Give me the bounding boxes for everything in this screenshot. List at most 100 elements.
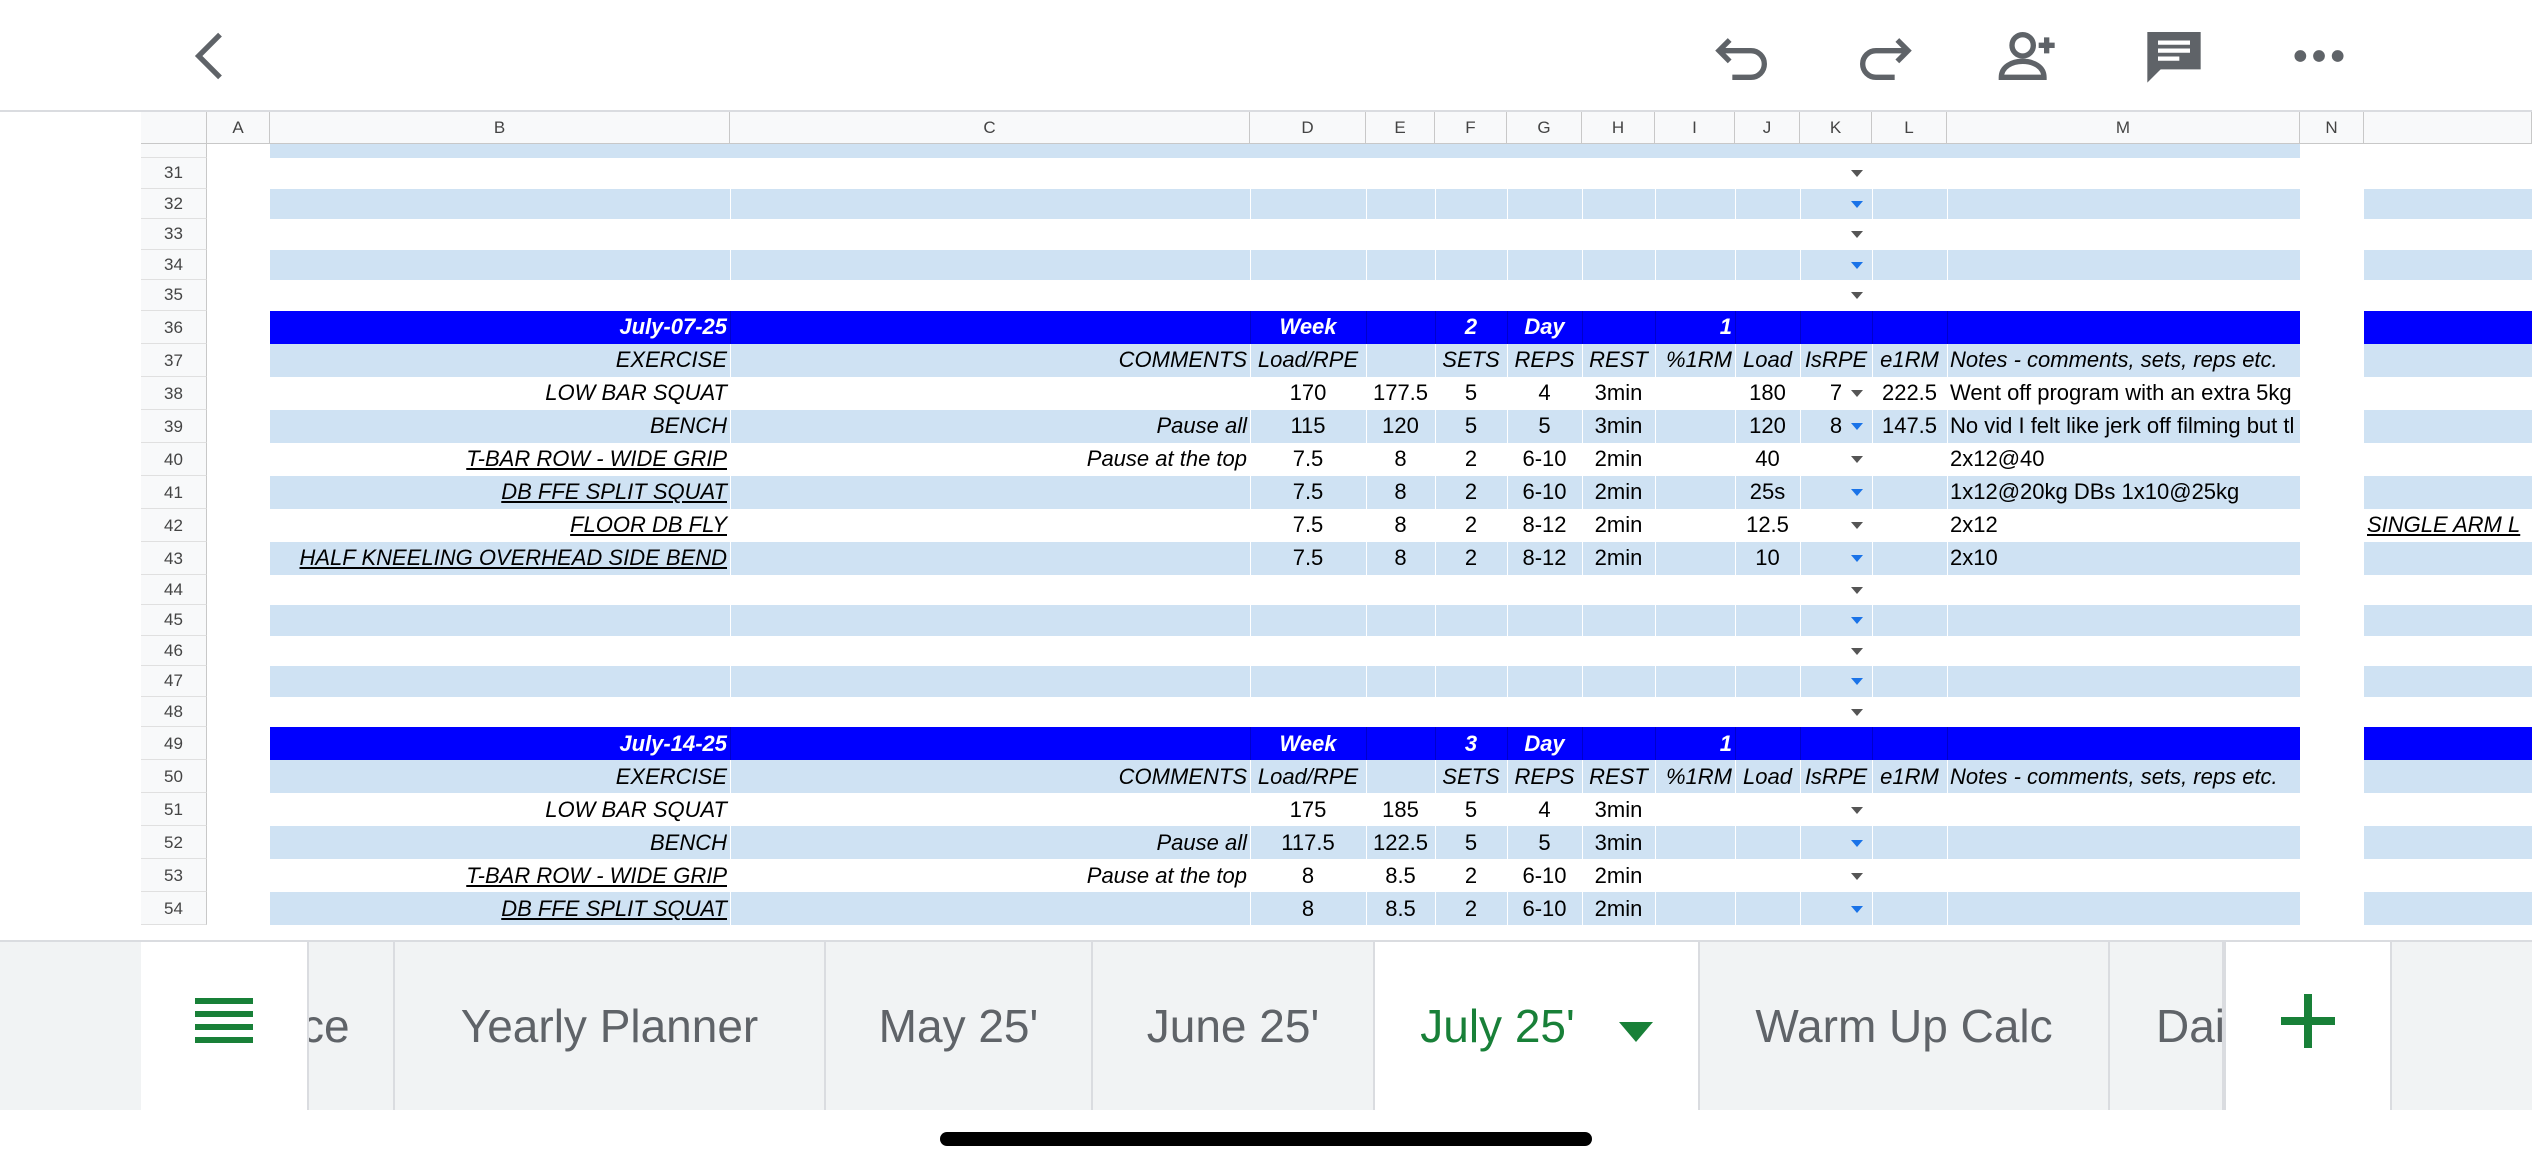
more-horizontal-icon[interactable] [2283, 20, 2355, 92]
cell-g[interactable]: 5 [1507, 410, 1582, 443]
comment-icon[interactable] [2138, 20, 2210, 92]
dropdown-arrow-icon[interactable] [1851, 489, 1863, 496]
row-header[interactable]: 44 [141, 574, 207, 605]
row-header[interactable]: 36 [141, 310, 207, 344]
cell-d[interactable]: Load/RPE [1250, 344, 1366, 377]
cell-i[interactable]: %1RM [1655, 344, 1735, 377]
cell-g[interactable]: 4 [1507, 793, 1582, 826]
cell-j[interactable]: 180 [1735, 377, 1800, 410]
row-header[interactable]: 34 [141, 249, 207, 280]
triangle-down-icon[interactable] [1618, 999, 1653, 1053]
cell-c[interactable]: Pause at the top [730, 443, 1250, 476]
column-header-i[interactable]: I [1655, 112, 1735, 144]
cell-j[interactable]: 10 [1735, 542, 1800, 575]
cell-f[interactable]: 2 [1435, 476, 1507, 509]
cell-m[interactable]: 2x12@40 [1947, 443, 2300, 476]
cell-h[interactable]: 3min [1582, 410, 1655, 443]
dropdown-arrow-icon[interactable] [1851, 200, 1863, 208]
cell-b[interactable]: DB FFE SPLIT SQUAT [270, 476, 730, 509]
dropdown-arrow-icon[interactable] [1851, 617, 1863, 625]
cell-k[interactable]: IsRPE [1800, 760, 1872, 793]
cell-f[interactable]: 2 [1435, 542, 1507, 575]
column-header-h[interactable]: H [1582, 112, 1655, 144]
row-header[interactable]: 40 [141, 442, 207, 476]
cell-j[interactable]: 40 [1735, 443, 1800, 476]
dropdown-arrow-icon[interactable] [1851, 647, 1863, 655]
cell-f[interactable]: SETS [1435, 344, 1507, 377]
sheet-tab[interactable]: July 25' [1375, 942, 1700, 1110]
row-header[interactable]: 35 [141, 280, 207, 311]
cell-c[interactable]: Pause all [730, 826, 1250, 859]
sheet-tab[interactable]: May 25' [826, 942, 1093, 1110]
cell-d[interactable]: 7.5 [1250, 476, 1366, 509]
sheet-tab[interactable]: Dai [2110, 942, 2224, 1110]
cell-l[interactable]: 222.5 [1872, 377, 1947, 410]
row-header[interactable]: 41 [141, 475, 207, 509]
cell-d[interactable]: 115 [1250, 410, 1366, 443]
cell-k[interactable]: IsRPE [1800, 344, 1872, 377]
cell-d[interactable]: 8 [1250, 859, 1366, 892]
column-header-n[interactable]: N [2300, 112, 2364, 144]
cell-m[interactable]: 2x12 [1947, 509, 2300, 542]
column-header-j[interactable]: J [1735, 112, 1800, 144]
cell-c[interactable]: COMMENTS [730, 760, 1250, 793]
cell-d[interactable]: 175 [1250, 793, 1366, 826]
header-cell-f[interactable]: 2 [1435, 311, 1507, 344]
cell-f[interactable]: 2 [1435, 892, 1507, 925]
cell-e[interactable]: 8 [1366, 542, 1435, 575]
cell-b[interactable]: T-BAR ROW - WIDE GRIP [270, 859, 730, 892]
select-all-corner[interactable] [141, 112, 207, 144]
cell-h[interactable]: 3min [1582, 826, 1655, 859]
header-cell-b[interactable]: July-07-25 [270, 311, 730, 344]
cell-c[interactable]: COMMENTS [730, 344, 1250, 377]
header-cell-d[interactable]: Week [1250, 311, 1366, 344]
cell-h[interactable]: 3min [1582, 377, 1655, 410]
cell-e[interactable]: 8 [1366, 509, 1435, 542]
cell-j[interactable]: Load [1735, 760, 1800, 793]
dropdown-arrow-icon[interactable] [1851, 522, 1863, 529]
cell-l[interactable]: e1RM [1872, 760, 1947, 793]
cell-f[interactable]: 5 [1435, 410, 1507, 443]
column-header-e[interactable]: E [1366, 112, 1435, 144]
cell-f[interactable]: 5 [1435, 826, 1507, 859]
cell-g[interactable]: 4 [1507, 377, 1582, 410]
dropdown-arrow-icon[interactable] [1851, 390, 1863, 397]
cell-m[interactable]: 1x12@20kg DBs 1x10@25kg [1947, 476, 2300, 509]
cell-g[interactable]: REPS [1507, 344, 1582, 377]
header-cell-b[interactable]: July-14-25 [270, 727, 730, 760]
dropdown-arrow-icon[interactable] [1851, 231, 1863, 239]
row-header[interactable]: 47 [141, 666, 207, 697]
sheet-tab[interactable]: Yearly Planner [395, 942, 826, 1110]
row-header[interactable]: 45 [141, 605, 207, 636]
row-header[interactable]: 37 [141, 343, 207, 377]
cell-g[interactable]: 6-10 [1507, 443, 1582, 476]
cell-h[interactable]: 2min [1582, 892, 1655, 925]
dropdown-arrow-icon[interactable] [1851, 905, 1863, 913]
cell-e[interactable]: 8 [1366, 476, 1435, 509]
dropdown-arrow-icon[interactable] [1851, 261, 1863, 269]
cell-h[interactable]: 2min [1582, 859, 1655, 892]
chevron-left-icon[interactable] [176, 20, 248, 92]
cell-d[interactable]: 7.5 [1250, 509, 1366, 542]
row-header[interactable]: 33 [141, 219, 207, 250]
cell-b[interactable]: T-BAR ROW - WIDE GRIP [270, 443, 730, 476]
cell-b[interactable]: FLOOR DB FLY [270, 509, 730, 542]
column-header-g[interactable]: G [1507, 112, 1582, 144]
sheet-tab[interactable]: ce [309, 942, 395, 1110]
cell-e[interactable]: 8.5 [1366, 859, 1435, 892]
cell-c[interactable]: Pause at the top [730, 859, 1250, 892]
sheet-tab[interactable]: June 25' [1093, 942, 1375, 1110]
row-header[interactable]: 52 [141, 826, 207, 859]
cell-f[interactable]: 5 [1435, 377, 1507, 410]
cell-l[interactable]: e1RM [1872, 344, 1947, 377]
cell-o[interactable]: SINGLE ARM L [2364, 509, 2532, 542]
cell-m[interactable]: No vid I felt like jerk off filming but … [1947, 410, 2300, 443]
cell-j[interactable]: 25s [1735, 476, 1800, 509]
cell-h[interactable]: 2min [1582, 476, 1655, 509]
column-header-m[interactable]: M [1947, 112, 2300, 144]
header-cell-g[interactable]: Day [1507, 311, 1582, 344]
cell-j[interactable]: 12.5 [1735, 509, 1800, 542]
cell-l[interactable]: 147.5 [1872, 410, 1947, 443]
cell-f[interactable]: 5 [1435, 793, 1507, 826]
undo-icon[interactable] [1707, 20, 1779, 92]
